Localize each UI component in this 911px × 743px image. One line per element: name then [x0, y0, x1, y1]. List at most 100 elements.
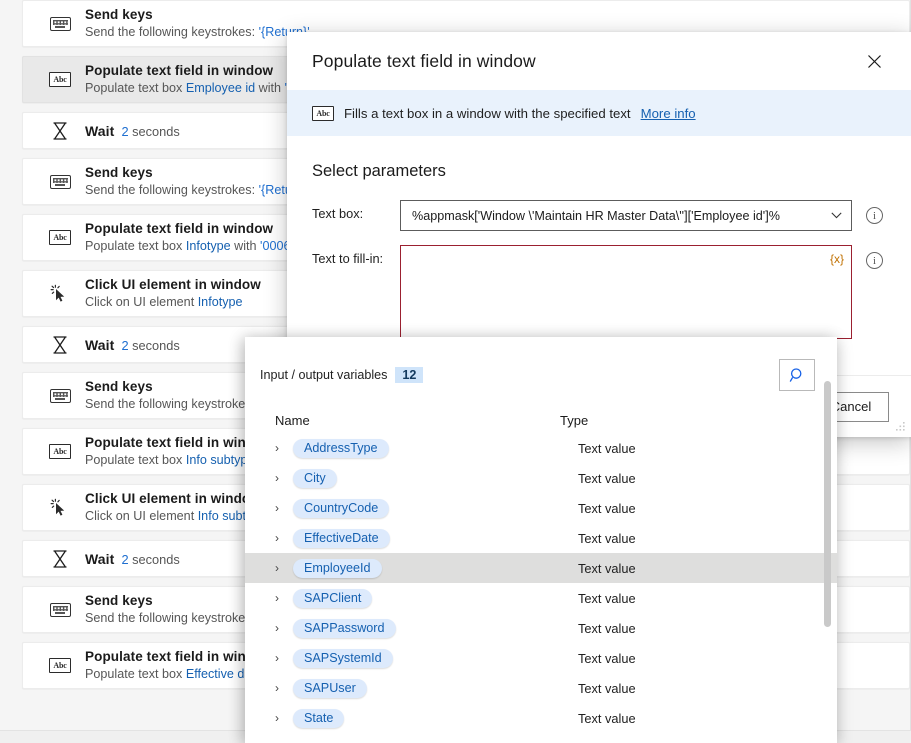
column-header-type: Type [560, 412, 589, 428]
variable-pill[interactable]: CountryCode [293, 498, 390, 518]
variable-type-cell: Text value [578, 560, 636, 576]
keyboard-icon [47, 384, 73, 408]
chevron-right-icon[interactable]: › [275, 681, 293, 695]
variables-panel-header: Input / output variables 12 [245, 337, 837, 391]
action-title: Send keys [85, 593, 153, 608]
keyboard-icon [47, 12, 73, 36]
info-icon[interactable]: i [866, 252, 883, 269]
action-link[interactable]: Infotype [186, 239, 231, 253]
action-subtitle: Click on UI element Infotype [85, 295, 243, 309]
variable-name-cell: AddressType [293, 438, 578, 458]
abc-icon: Abc [47, 68, 73, 92]
variable-row[interactable]: › EffectiveDate Text value [245, 523, 837, 553]
action-title: Click UI element in window [85, 491, 261, 506]
chevron-right-icon[interactable]: › [275, 471, 293, 485]
action-title: Populate text field in window [85, 221, 274, 236]
action-subtitle: Click on UI element Info subtype [85, 509, 267, 523]
variable-type-cell: Text value [578, 680, 636, 696]
action-text: Wait 2 seconds [85, 336, 180, 354]
action-subtitle: 2 seconds [121, 551, 180, 567]
variable-picker-icon[interactable]: {x} [830, 252, 844, 266]
variable-pill[interactable]: SAPClient [293, 588, 373, 608]
click-icon [47, 496, 73, 520]
close-icon[interactable] [853, 44, 895, 78]
action-text: Wait 2 seconds [85, 122, 180, 140]
action-text: Wait 2 seconds [85, 550, 180, 568]
action-title: Wait [85, 336, 115, 353]
variable-name-cell: SAPSystemId [293, 648, 578, 668]
action-inline: Wait 2 seconds [85, 336, 180, 354]
abc-icon: Abc [47, 226, 73, 250]
variable-type-cell: Text value [578, 590, 636, 606]
variable-row[interactable]: › SAPPassword Text value [245, 613, 837, 643]
abc-icon: Abc [47, 654, 73, 678]
variable-pill[interactable]: SAPPassword [293, 618, 396, 638]
chevron-right-icon[interactable]: › [275, 441, 293, 455]
text-to-fill-in-control: {x} [400, 245, 852, 339]
variable-type-cell: Text value [578, 530, 636, 546]
variables-table-header: Name Type [245, 407, 837, 433]
variable-pill[interactable]: City [293, 468, 337, 488]
chevron-down-icon[interactable] [821, 212, 851, 219]
variables-scrollbar[interactable] [824, 381, 831, 627]
variable-row[interactable]: › EmployeeId Text value [245, 553, 837, 583]
dialog-info-banner: Abc Fills a text box in a window with th… [287, 90, 911, 136]
action-subtitle: 2 seconds [121, 337, 180, 353]
variable-pill[interactable]: SAPUser [293, 678, 367, 698]
text-to-fill-in-info: i [852, 245, 886, 269]
variable-row[interactable]: › SAPClient Text value [245, 583, 837, 613]
search-icon[interactable] [779, 359, 815, 391]
action-link[interactable]: Infotype [198, 295, 243, 309]
variable-row[interactable]: › CountryCode Text value [245, 493, 837, 523]
action-text: Send keys Send the following keystrokes: … [85, 378, 265, 413]
variables-panel: Input / output variables 12 Name Type › A… [245, 337, 837, 743]
hourglass-icon [47, 547, 73, 571]
action-text: Send keys Send the following keystrokes: … [85, 592, 265, 627]
chevron-right-icon[interactable]: › [275, 651, 293, 665]
chevron-right-icon[interactable]: › [275, 561, 293, 575]
chevron-right-icon[interactable]: › [275, 531, 293, 545]
dialog-title: Populate text field in window [312, 50, 536, 71]
text-to-fill-in-field-row: Text to fill-in: {x} i [312, 245, 886, 339]
variable-pill[interactable]: State [293, 708, 345, 728]
chevron-right-icon[interactable]: › [275, 591, 293, 605]
chevron-right-icon[interactable]: › [275, 711, 293, 725]
variable-pill[interactable]: SAPSystemId [293, 648, 393, 668]
action-inline: Wait 2 seconds [85, 122, 180, 140]
variables-table: Name Type › AddressType Text value › City Tex… [245, 407, 837, 733]
variable-name-cell: EffectiveDate [293, 528, 578, 548]
action-link[interactable]: Employee id [186, 81, 255, 95]
variable-name-cell: CountryCode [293, 498, 578, 518]
chevron-right-icon[interactable]: › [275, 621, 293, 635]
action-subtitle: Populate text box Infotype with '0006' [85, 239, 293, 253]
variable-row[interactable]: › City Text value [245, 463, 837, 493]
action-subtitle: 2 seconds [121, 123, 180, 139]
action-value: 2 [121, 551, 129, 567]
variable-row[interactable]: › SAPUser Text value [245, 673, 837, 703]
variable-row[interactable]: › State Text value [245, 703, 837, 733]
column-header-name: Name [275, 412, 310, 428]
variable-pill[interactable]: EmployeeId [293, 558, 382, 578]
action-text: Populate text field in window Populate te… [85, 220, 293, 255]
variable-row[interactable]: › AddressType Text value [245, 433, 837, 463]
text-to-fill-in-input[interactable]: {x} [400, 245, 852, 339]
variable-name-cell: EmployeeId [293, 558, 578, 578]
more-info-link[interactable]: More info [641, 106, 696, 121]
variable-row[interactable]: › SAPSystemId Text value [245, 643, 837, 673]
action-subtitle: Send the following keystrokes: '{ [85, 610, 265, 627]
variable-pill[interactable]: AddressType [293, 438, 389, 458]
banner-text: Fills a text box in a window with the sp… [344, 105, 631, 121]
resize-grip[interactable] [894, 421, 906, 433]
screen-root: Send keys Send the following keystrokes: … [0, 0, 911, 743]
dialog-header: Populate text field in window [287, 32, 911, 90]
chevron-right-icon[interactable]: › [275, 501, 293, 515]
variable-pill[interactable]: EffectiveDate [293, 528, 390, 548]
info-icon[interactable]: i [866, 207, 883, 224]
variable-type-cell: Text value [578, 650, 636, 666]
variables-rows: › AddressType Text value › City Text value › Co… [245, 433, 837, 733]
text-box-select[interactable]: %appmask['Window \'Maintain HR Master Da… [400, 200, 852, 231]
variable-name-cell: State [293, 708, 578, 728]
hourglass-icon [47, 119, 73, 143]
action-text: Click UI element in window Click on UI el… [85, 490, 266, 525]
click-icon [47, 282, 73, 306]
